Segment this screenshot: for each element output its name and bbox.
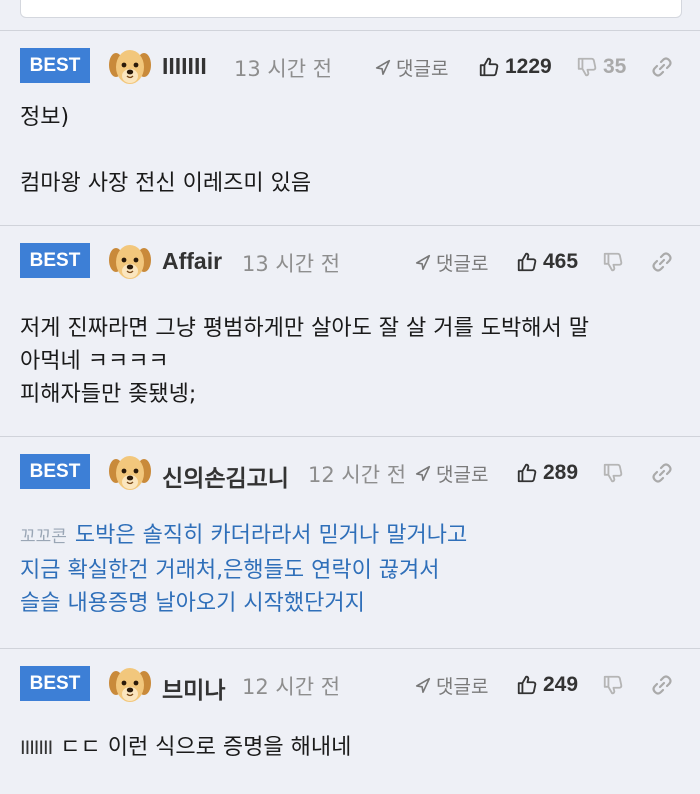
reply-label: 댓글로 xyxy=(436,463,489,486)
best-badge: BEST xyxy=(20,48,90,83)
quote-line: 도박은 솔직히 카더라라서 믿거나 말거나고 xyxy=(74,523,468,548)
quoted-reply-body: 꼬꼬콘 도박은 솔직히 카더라라서 믿거나 말거나고 지금 확실한건 거래처,은행… xyxy=(20,519,690,620)
thumbs-up-icon xyxy=(478,56,500,78)
like-button[interactable]: 289 xyxy=(516,459,578,487)
puppy-avatar-icon[interactable] xyxy=(106,43,154,91)
reply-label: 댓글로 xyxy=(396,57,449,80)
dislike-button[interactable] xyxy=(602,248,629,276)
like-button[interactable]: 1229 xyxy=(478,53,552,81)
link-icon[interactable] xyxy=(650,250,674,274)
comment-line: 아먹네 ㅋㅋㅋㅋ xyxy=(20,349,169,374)
comment-line: 지금 확실한건 거래처,은행들도 연락이 끊겨서 xyxy=(20,558,440,583)
like-button[interactable]: 465 xyxy=(516,248,578,276)
reply-arrow-icon xyxy=(414,464,432,482)
link-icon[interactable] xyxy=(650,461,674,485)
comment-line: 저게 진짜라면 그냥 평범하게만 살아도 잘 살 거를 도박해서 말 xyxy=(20,316,589,341)
timestamp: 12 시간 전 xyxy=(308,463,404,487)
reply-arrow-icon xyxy=(374,58,392,76)
comment-item: BEST IIIIIII 13 시간 전 댓글로 1229 35 정보) 컴마왕… xyxy=(0,30,700,225)
like-count: 289 xyxy=(543,461,579,484)
comment-line: 피해자들만 좆됐넹; xyxy=(20,382,197,407)
best-badge: BEST xyxy=(20,243,90,278)
like-button[interactable]: 249 xyxy=(516,671,578,699)
dislike-count: 35 xyxy=(603,55,627,78)
like-count: 249 xyxy=(543,673,579,696)
reply-arrow-icon xyxy=(414,253,432,271)
comment-item: BEST 브미나 12 시간 전 댓글로 249 IIIIIII ㄷㄷ 이런 식으… xyxy=(0,648,700,794)
timestamp: 12 시간 전 xyxy=(242,675,341,699)
comment-line: 정보) xyxy=(20,105,70,130)
best-badge: BEST xyxy=(20,666,90,701)
thumbs-up-icon xyxy=(516,251,538,273)
reply-label: 댓글로 xyxy=(436,675,489,698)
reply-text: ㄷㄷ 이런 식으로 증명을 해내네 xyxy=(60,735,352,760)
puppy-avatar-icon[interactable] xyxy=(106,661,154,709)
thumbs-down-icon xyxy=(602,251,624,273)
thumbs-down-icon xyxy=(602,462,624,484)
timestamp: 13 시간 전 xyxy=(234,57,333,81)
thumbs-up-icon xyxy=(516,674,538,696)
reply-button[interactable]: 댓글로 xyxy=(414,248,488,276)
comment-body: 정보) 컴마왕 사장 전신 이레즈미 있음 xyxy=(20,101,690,200)
comment-line: 컴마왕 사장 전신 이레즈미 있음 xyxy=(20,171,312,196)
dislike-button[interactable]: 35 xyxy=(576,53,626,81)
comment-item: BEST Affair 13 시간 전 댓글로 465 저게 진짜라면 그냥 평… xyxy=(0,225,700,436)
link-icon[interactable] xyxy=(650,55,674,79)
nickname[interactable]: IIIIIII xyxy=(162,53,207,80)
quote-prefix: 꼬꼬콘 xyxy=(20,527,67,547)
comment-body: 저게 진짜라면 그냥 평범하게만 살아도 잘 살 거를 도박해서 말 아먹네 ㅋ… xyxy=(20,312,690,411)
reply-label: 댓글로 xyxy=(436,252,489,275)
comment-line: 꼬꼬콘 도박은 솔직히 카더라라서 믿거나 말거나고 xyxy=(20,519,690,554)
nickname[interactable]: 브미나 xyxy=(162,671,225,705)
reply-button[interactable]: 댓글로 xyxy=(374,53,448,81)
comment-header: BEST 브미나 12 시간 전 댓글로 249 xyxy=(20,661,686,709)
best-badge: BEST xyxy=(20,454,90,489)
comment-body: IIIIIII ㄷㄷ 이런 식으로 증명을 해내네 xyxy=(20,731,690,765)
comment-header: BEST IIIIIII 13 시간 전 댓글로 1229 35 xyxy=(20,43,686,91)
nickname[interactable]: Affair xyxy=(162,248,222,275)
comment-item: BEST 신의손김고니 12 시간 전 댓글로 289 꼬꼬콘 도박은 솔직히 카… xyxy=(0,436,700,648)
comment-input-box[interactable] xyxy=(20,0,682,18)
comment-header: BEST Affair 13 시간 전 댓글로 465 xyxy=(20,238,686,286)
timestamp: 13 시간 전 xyxy=(242,252,341,276)
reply-button[interactable]: 댓글로 xyxy=(414,671,488,699)
dislike-button[interactable] xyxy=(602,671,629,699)
thumbs-down-icon xyxy=(576,56,598,78)
mention-nickname[interactable]: IIIIIII xyxy=(20,737,53,759)
like-count: 1229 xyxy=(505,55,552,78)
dislike-button[interactable] xyxy=(602,459,629,487)
comment-line: IIIIIII ㄷㄷ 이런 식으로 증명을 해내네 xyxy=(20,731,690,765)
puppy-avatar-icon[interactable] xyxy=(106,238,154,286)
like-count: 465 xyxy=(543,250,579,273)
nickname[interactable]: 신의손김고니 xyxy=(162,459,289,493)
comment-header: BEST 신의손김고니 12 시간 전 댓글로 289 xyxy=(20,449,686,497)
puppy-avatar-icon[interactable] xyxy=(106,449,154,497)
thumbs-down-icon xyxy=(602,674,624,696)
reply-arrow-icon xyxy=(414,676,432,694)
link-icon[interactable] xyxy=(650,673,674,697)
comment-line: 슬슬 내용증명 날아오기 시작했단거지 xyxy=(20,591,365,616)
reply-button[interactable]: 댓글로 xyxy=(414,459,488,487)
previous-section xyxy=(0,0,700,30)
thumbs-up-icon xyxy=(516,462,538,484)
